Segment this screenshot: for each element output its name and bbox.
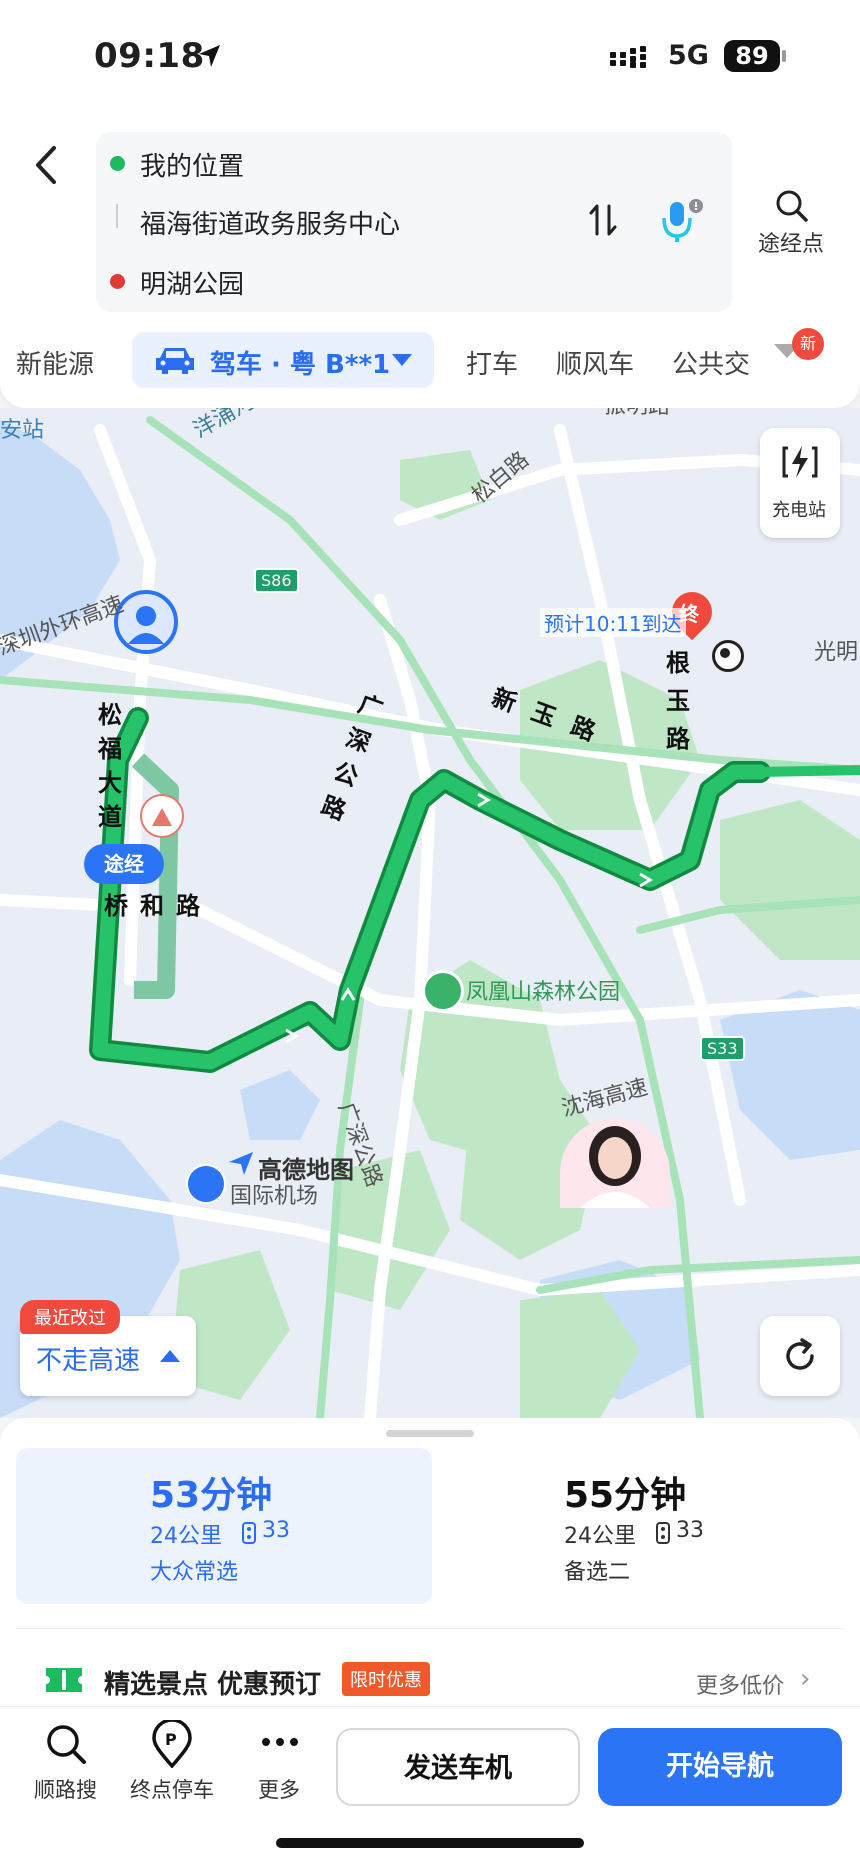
sheet-handle[interactable] — [386, 1430, 474, 1437]
brand-watermark: 高德地图 — [258, 1156, 354, 1184]
origin-avatar — [114, 590, 178, 654]
add-waypoint-label[interactable]: 途经点 — [758, 226, 824, 258]
destination-dot — [110, 274, 125, 289]
swap-icon[interactable] — [588, 202, 618, 238]
promo-title[interactable]: 精选景点 优惠预订 — [104, 1664, 321, 1701]
recently-changed-tag: 最近改过 — [20, 1300, 120, 1334]
tab-transit[interactable]: 公共交 — [672, 344, 754, 381]
network-type: 5G — [668, 40, 709, 71]
back-icon[interactable] — [28, 140, 68, 190]
route-2-lights: 33 — [676, 1518, 704, 1543]
label-genyu: 根玉路 — [666, 649, 690, 753]
status-time: 09:18 — [94, 36, 205, 76]
route-2-distance: 24公里 — [564, 1524, 636, 1549]
avoid-highway-label: 不走高速 — [36, 1346, 141, 1376]
waypoint-search-icon[interactable] — [774, 188, 810, 224]
location-arrow-icon — [199, 45, 220, 67]
destination-field[interactable]: 明湖公园 — [140, 264, 244, 301]
caret-up-icon — [160, 1350, 180, 1362]
label-guangming: 光明 — [814, 640, 859, 665]
charging-icon — [782, 446, 818, 478]
send-to-car-button[interactable]: 发送车机 — [336, 1728, 580, 1806]
start-navigation-button[interactable]: 开始导航 — [598, 1728, 842, 1806]
origin-field[interactable]: 我的位置 — [140, 146, 244, 183]
label-qiaohe: 桥和路 — [104, 892, 212, 920]
s33-shield: S33 — [700, 1036, 745, 1061]
search-along-label[interactable]: 顺路搜 — [34, 1774, 97, 1804]
construction-icon — [140, 794, 184, 838]
more-label[interactable]: 更多 — [258, 1774, 300, 1804]
signal-icon — [610, 46, 646, 68]
route-1-note: 大众常选 — [150, 1560, 239, 1585]
eta-label: 预计10:11到达 — [540, 608, 686, 637]
refresh-button[interactable] — [760, 1316, 840, 1396]
map-view[interactable]: 终 预计10:11到达 途经 洋涌河 振明路 松白路 安站 深圳外环高速 S86… — [0, 408, 860, 1418]
plate-dropdown-icon[interactable] — [392, 354, 412, 366]
parking-label[interactable]: 终点停车 — [130, 1774, 214, 1804]
svg-text:P: P — [165, 1730, 177, 1749]
via-marker[interactable]: 途经 — [84, 844, 164, 884]
promo-badge: 限时优惠 — [342, 1662, 430, 1696]
destination-point-inner — [720, 648, 730, 658]
label-fenghuang-park: 凤凰山森林公园 — [466, 980, 621, 1005]
label-zhenming-road: 振明路 — [604, 408, 670, 420]
tab-drive-label: 驾车 · 粤 B**1 — [210, 350, 391, 380]
traffic-light-icon — [242, 1522, 256, 1544]
label-songfu: 松福大道 — [98, 701, 122, 831]
tab-new-energy[interactable]: 新能源 — [16, 344, 94, 381]
waypoint-marker — [116, 204, 118, 228]
route-input-box: 我的位置 福海街道政务服务中心 明湖公园 — [96, 132, 732, 312]
s86-shield: S86 — [254, 568, 299, 593]
battery-level: 89 — [724, 40, 780, 72]
airport-icon — [186, 1164, 226, 1204]
route-1-distance: 24公里 — [150, 1524, 222, 1549]
divider — [16, 1628, 844, 1629]
tab-carpool[interactable]: 顺风车 — [556, 344, 634, 381]
battery-nub — [782, 50, 786, 62]
home-indicator — [276, 1838, 584, 1848]
ticket-icon — [46, 1668, 82, 1692]
car-icon — [156, 348, 194, 374]
origin-dot — [110, 156, 125, 171]
amap-logo-icon — [229, 1152, 253, 1175]
more-icon[interactable] — [260, 1736, 300, 1748]
new-badge: 新 — [792, 328, 824, 360]
tab-taxi[interactable]: 打车 — [466, 344, 518, 381]
label-station: 安站 — [0, 418, 45, 443]
parking-icon[interactable]: P — [152, 1720, 192, 1768]
route-1-time: 53分钟 — [150, 1475, 273, 1516]
charging-station-label: 充电站 — [772, 500, 826, 521]
voice-mic-icon[interactable] — [660, 198, 704, 246]
traffic-light-icon — [656, 1522, 670, 1544]
waypoint-field[interactable]: 福海街道政务服务中心 — [140, 204, 400, 241]
route-1-lights: 33 — [262, 1518, 290, 1543]
promo-more-link[interactable]: 更多低价 — [696, 1668, 784, 1700]
chevron-right-icon: › — [800, 1664, 811, 1694]
route-2-time: 55分钟 — [564, 1475, 687, 1516]
refresh-icon — [786, 1338, 814, 1370]
route-2-note: 备选二 — [564, 1560, 631, 1585]
search-along-icon[interactable] — [44, 1722, 88, 1766]
park-icon — [422, 970, 464, 1012]
